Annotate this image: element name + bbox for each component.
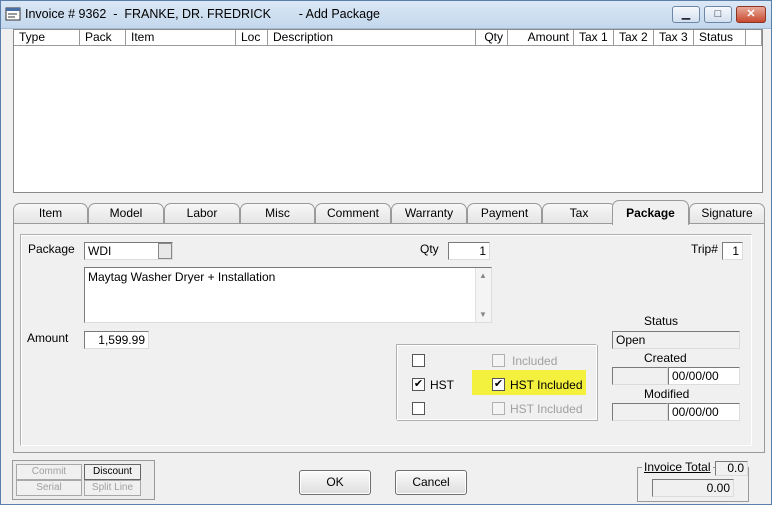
modified-time-field	[612, 403, 668, 421]
package-dropdown-button[interactable]	[158, 243, 172, 259]
commit-button[interactable]: Commit	[16, 464, 82, 480]
trip-label: Trip#	[691, 242, 718, 256]
tab-item[interactable]: Item	[13, 203, 88, 224]
tab-labor[interactable]: Labor	[164, 203, 240, 224]
status-label: Status	[644, 314, 679, 328]
scroll-down-icon[interactable]: ▼	[479, 310, 487, 319]
invoice-total-field: 0.00	[652, 479, 734, 497]
tax-row3-included-label: HST Included	[510, 402, 583, 416]
package-value: WDI	[88, 244, 112, 258]
qty-label: Qty	[420, 242, 439, 256]
created-time-field	[612, 367, 668, 385]
line-items-grid[interactable]: Type Pack Item Loc Description Qty Amoun…	[13, 29, 763, 193]
tab-signature[interactable]: Signature	[689, 203, 765, 224]
app-icon	[5, 7, 21, 21]
qty-field[interactable]: 1	[448, 242, 490, 260]
tab-warranty[interactable]: Warranty	[391, 203, 467, 224]
column-header-item[interactable]: Item	[126, 30, 236, 46]
tab-comment[interactable]: Comment	[315, 203, 391, 224]
column-header-amount[interactable]: Amount	[508, 30, 574, 46]
window-title: Invoice # 9362 - FRANKE, DR. FREDRICK - …	[25, 7, 380, 21]
column-header-description[interactable]: Description	[268, 30, 476, 46]
column-header-status[interactable]: Status	[694, 30, 746, 46]
tax-row1-included-checkbox[interactable]	[492, 354, 505, 367]
scroll-up-icon[interactable]: ▲	[479, 271, 487, 280]
tax-row1-checkbox[interactable]	[412, 354, 425, 367]
maximize-button[interactable]: □	[704, 6, 732, 23]
created-date-field: 00/00/00	[668, 367, 740, 385]
ok-button[interactable]: OK	[299, 470, 371, 495]
tab-tax[interactable]: Tax	[542, 203, 616, 224]
column-header-qty[interactable]: Qty	[476, 30, 508, 46]
serial-button[interactable]: Serial	[16, 480, 82, 496]
amount-field[interactable]: 1,599.99	[84, 331, 149, 349]
hst-label: HST	[430, 378, 454, 392]
created-label: Created	[644, 351, 687, 365]
tax-row3-checkbox[interactable]	[412, 402, 425, 415]
discount-button[interactable]: Discount	[84, 464, 141, 480]
trip-field[interactable]: 1	[722, 242, 743, 260]
package-description-field[interactable]: Maytag Washer Dryer + Installation ▲ ▼	[84, 267, 492, 323]
minimize-button[interactable]: ▁	[672, 6, 700, 23]
modified-label: Modified	[644, 387, 690, 401]
tab-model[interactable]: Model	[88, 203, 164, 224]
column-header-tax2[interactable]: Tax 2	[614, 30, 654, 46]
hst-checkbox[interactable]: ✔	[412, 378, 425, 391]
tax-row3-included-checkbox[interactable]	[492, 402, 505, 415]
column-header-type[interactable]: Type	[14, 30, 80, 46]
column-header-tax3[interactable]: Tax 3	[654, 30, 694, 46]
column-header-pack[interactable]: Pack	[80, 30, 126, 46]
hst-included-checkbox[interactable]: ✔	[492, 378, 505, 391]
tab-misc[interactable]: Misc	[240, 203, 315, 224]
column-header-tax1[interactable]: Tax 1	[574, 30, 614, 46]
invoice-total-label: Invoice Total	[642, 460, 713, 474]
invoice-small-total: 0.0	[715, 461, 748, 476]
package-description: Maytag Washer Dryer + Installation	[88, 270, 276, 284]
invoice-window: Invoice # 9362 - FRANKE, DR. FREDRICK - …	[0, 0, 772, 505]
package-label: Package	[28, 242, 75, 256]
tab-payment[interactable]: Payment	[467, 203, 542, 224]
description-scrollbar[interactable]: ▲ ▼	[475, 268, 491, 322]
split-line-button[interactable]: Split Line	[84, 480, 141, 496]
title-bar[interactable]: Invoice # 9362 - FRANKE, DR. FREDRICK - …	[1, 1, 771, 29]
column-header-filler	[746, 30, 762, 46]
tab-package[interactable]: Package	[612, 200, 689, 225]
tab-strip: Item Model Labor Misc Comment Warranty P…	[11, 200, 767, 225]
tax-row1-included-label: Included	[512, 354, 558, 368]
modified-date-field: 00/00/00	[668, 403, 740, 421]
status-field: Open	[612, 331, 740, 349]
cancel-button[interactable]: Cancel	[395, 470, 467, 495]
amount-label: Amount	[27, 331, 69, 345]
close-button[interactable]: ✕	[736, 6, 766, 23]
column-header-loc[interactable]: Loc	[236, 30, 268, 46]
grid-header: Type Pack Item Loc Description Qty Amoun…	[14, 30, 762, 46]
hst-included-label: HST Included	[510, 378, 583, 392]
